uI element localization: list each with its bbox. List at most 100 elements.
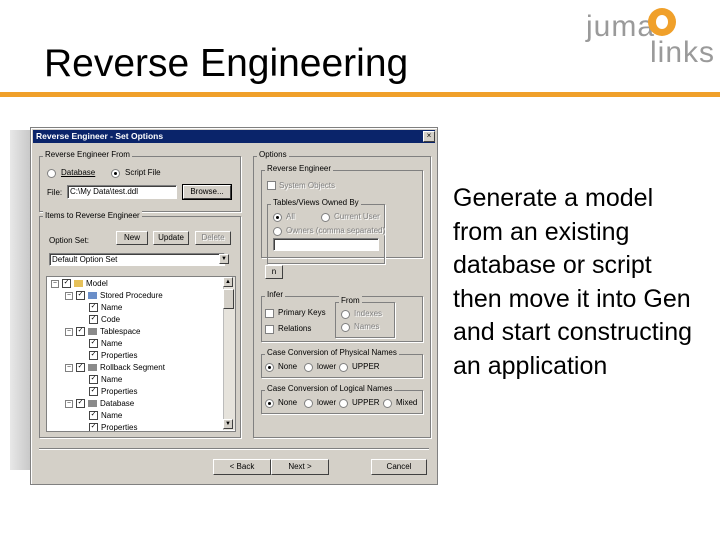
tree-checkbox[interactable]: ✓: [89, 303, 98, 313]
physical-case-label: Case Conversion of Physical Names: [265, 348, 399, 357]
tree-collapse-icon[interactable]: –: [65, 399, 73, 408]
tree-checkbox[interactable]: ✓: [89, 339, 98, 349]
owners-radio[interactable]: [273, 227, 282, 236]
tree-row-label: Properties: [101, 387, 138, 396]
dialog-title: Reverse Engineer - Set Options: [33, 130, 435, 143]
option-set-select[interactable]: Default Option Set: [49, 253, 225, 266]
reverse-from-group: [39, 156, 241, 212]
physical-upper-radio[interactable]: [339, 363, 348, 372]
scroll-down-icon[interactable]: ▼: [223, 419, 233, 429]
tree-row-label: Name: [101, 303, 123, 312]
tree-checkbox[interactable]: ✓: [76, 363, 85, 373]
relations-checkbox[interactable]: [265, 325, 274, 334]
items-tree[interactable]: – ✓ Model – ✓ Stored Procedure ✓ Name ✓ Code – ✓ Tab…: [46, 276, 236, 432]
tree-row[interactable]: ✓ Properties: [79, 422, 137, 431]
db-icon: [88, 328, 97, 336]
tree-row[interactable]: ✓ Code: [79, 314, 120, 326]
database-radio-label: Database: [61, 168, 96, 177]
tree-checkbox[interactable]: ✓: [89, 375, 98, 385]
tree-row[interactable]: ✓ Name: [79, 410, 122, 422]
cancel-button[interactable]: Cancel: [371, 459, 427, 475]
tree-checkbox[interactable]: ✓: [89, 351, 98, 361]
tree-row-label: Code: [101, 315, 121, 324]
logical-mixed-label: Mixed: [396, 398, 418, 407]
scroll-up-icon[interactable]: ▲: [223, 277, 233, 287]
logical-lower-radio[interactable]: [304, 399, 313, 408]
db-icon: [88, 400, 97, 408]
physical-none-radio[interactable]: [265, 363, 274, 372]
file-input[interactable]: C:\My Data\test.ddl: [67, 185, 177, 199]
tree-row-label: Stored Procedure: [100, 291, 163, 300]
browse-button[interactable]: Browse...: [182, 184, 232, 200]
delete-button[interactable]: Delete: [195, 231, 231, 245]
tree-row[interactable]: ✓ Name: [79, 338, 122, 350]
tree-row-label: Model: [86, 279, 108, 288]
tree-row[interactable]: – ✓ Rollback Segment: [65, 362, 165, 374]
tree-collapse-icon[interactable]: –: [65, 291, 73, 300]
logical-upper-radio[interactable]: [339, 399, 348, 408]
tree-checkbox[interactable]: ✓: [89, 411, 98, 421]
tree-row[interactable]: – ✓ Stored Procedure: [65, 290, 163, 302]
owners-input[interactable]: [273, 238, 379, 251]
tree-row[interactable]: – ✓ Database: [65, 398, 134, 410]
logical-none-radio[interactable]: [265, 399, 274, 408]
current-user-radio[interactable]: [321, 213, 330, 222]
primary-keys-label: Primary Keys: [278, 308, 326, 317]
slide-title: Reverse Engineering: [44, 42, 409, 85]
tree-checkbox[interactable]: ✓: [89, 387, 98, 397]
title-underline: [0, 92, 720, 97]
footer-separator: [39, 448, 429, 450]
owned-by-label: Tables/Views Owned By: [271, 198, 361, 207]
close-button[interactable]: ×: [423, 131, 435, 142]
logo-text-line1: juma: [586, 10, 656, 43]
scroll-thumb[interactable]: [223, 289, 234, 309]
db-icon: [88, 364, 97, 372]
tree-row[interactable]: ✓ Properties: [79, 350, 137, 362]
chevron-down-icon[interactable]: ▼: [219, 254, 229, 264]
owners-radio-label: Owners (comma separated): [286, 226, 386, 235]
next-button[interactable]: Next >: [271, 459, 329, 475]
n-button[interactable]: n: [265, 265, 283, 279]
tree-collapse-icon[interactable]: –: [65, 327, 73, 336]
tree-collapse-icon[interactable]: –: [65, 363, 73, 372]
tree-checkbox[interactable]: ✓: [62, 279, 71, 289]
current-user-radio-label: Current User: [334, 212, 380, 221]
script-file-radio[interactable]: [111, 169, 120, 178]
all-radio[interactable]: [273, 213, 282, 222]
update-button[interactable]: Update: [153, 231, 189, 245]
names-radio-label: Names: [354, 322, 380, 331]
new-button[interactable]: New: [116, 231, 148, 245]
indexes-radio[interactable]: [341, 310, 350, 319]
tree-checkbox[interactable]: ✓: [89, 315, 98, 325]
logical-mixed-radio[interactable]: [383, 399, 392, 408]
tree-checkbox[interactable]: ✓: [76, 327, 85, 337]
tree-row[interactable]: – ✓ Tablespace: [65, 326, 140, 338]
slide-body-text: Generate a model from an existing databa…: [453, 184, 693, 380]
tree-collapse-icon[interactable]: –: [51, 279, 59, 288]
tree-row[interactable]: – ✓ Model: [51, 278, 108, 290]
folder-icon: [74, 280, 83, 288]
items-group-label: Items to Reverse Engineer: [43, 211, 142, 220]
tree-checkbox[interactable]: ✓: [76, 291, 85, 301]
logical-case-label: Case Conversion of Logical Names: [265, 384, 395, 393]
system-objects-checkbox[interactable]: [267, 181, 276, 190]
database-radio[interactable]: [47, 169, 56, 178]
back-button[interactable]: < Back: [213, 459, 271, 475]
tree-row-label: Rollback Segment: [100, 363, 165, 372]
names-radio[interactable]: [341, 323, 350, 332]
tree-checkbox[interactable]: ✓: [89, 423, 98, 431]
tree-row[interactable]: ✓ Properties: [79, 386, 137, 398]
tree-row-label: Properties: [101, 351, 138, 360]
option-set-label: Option Set:: [49, 236, 90, 245]
all-radio-label: All: [286, 212, 295, 221]
primary-keys-checkbox[interactable]: [265, 309, 274, 318]
physical-lower-radio[interactable]: [304, 363, 313, 372]
infer-label: Infer: [265, 290, 286, 299]
tree-row-label: Name: [101, 339, 123, 348]
tree-row[interactable]: ✓ Name: [79, 302, 122, 314]
jumar-links-logo: juma links: [586, 8, 714, 69]
tree-checkbox[interactable]: ✓: [76, 399, 85, 409]
from-subgroup: [335, 302, 395, 338]
tree-row[interactable]: ✓ Name: [79, 374, 122, 386]
from-label: From: [339, 296, 362, 305]
